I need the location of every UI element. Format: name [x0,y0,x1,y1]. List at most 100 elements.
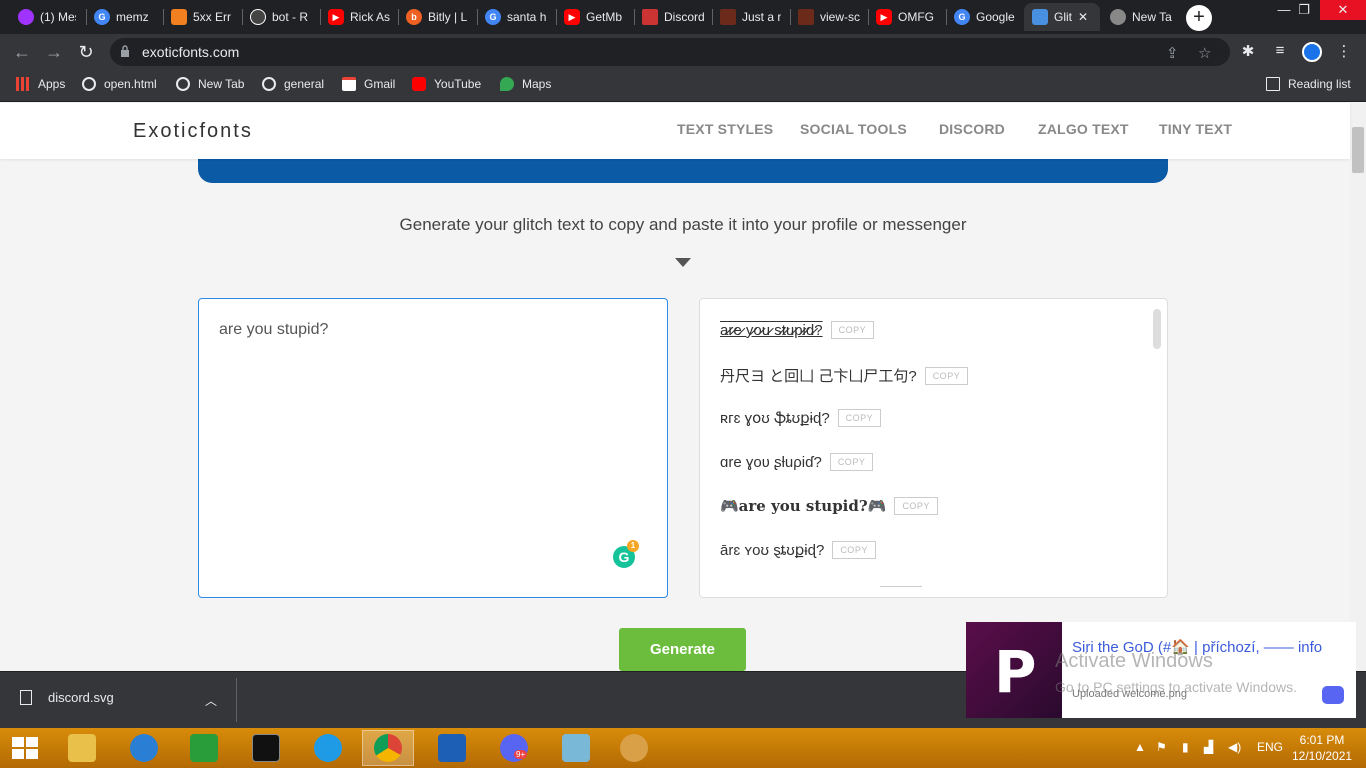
close-icon[interactable]: ✕ [1078,10,1088,24]
tab-memz[interactable]: Gmemz [86,3,160,31]
bookmark-apps[interactable]: Apps [16,77,65,91]
globe-icon [82,77,96,91]
taskbar-internet-explorer[interactable] [118,730,170,766]
tab-getmb[interactable]: ▶ GetMb [556,3,634,31]
language-indicator[interactable]: ENG [1257,740,1283,754]
reload-button[interactable]: ↻ [74,40,98,64]
tray-overflow-icon[interactable]: ▲ [1134,740,1146,754]
youtube-icon: ▶ [328,9,344,25]
bookmark-open-html[interactable]: open.html [82,77,157,91]
tab-discord[interactable]: Discord [634,3,712,31]
url-text: exoticfonts.com [142,44,240,60]
taskbar-file-explorer[interactable] [56,730,108,766]
action-center-icon[interactable]: ⚑ [1156,740,1167,754]
new-tab-button[interactable]: + [1186,5,1212,31]
media-control-icon[interactable]: ≡ [1270,42,1290,62]
profile-avatar[interactable] [1302,42,1322,62]
network-icon[interactable]: ▟ [1204,740,1213,754]
tab-santa[interactable]: Gsanta h [477,3,555,31]
tab-google[interactable]: G Google [946,3,1024,31]
bookmarks-bar: Apps open.html New Tab general Gmail You… [0,70,1366,102]
tab-new-tab[interactable]: New Ta [1102,3,1180,31]
text-input[interactable]: are you stupid? G1 [198,298,668,598]
clock[interactable]: 6:01 PM 12/10/2021 [1292,732,1352,764]
forward-button[interactable]: → [42,40,66,64]
taskbar-paint[interactable] [608,730,660,766]
notepad-icon [562,734,590,762]
volume-icon[interactable]: ◀) [1228,740,1241,754]
nav-text-styles[interactable]: TEXT STYLES [677,121,773,137]
taskbar-notepad[interactable] [550,730,602,766]
tab-rick[interactable]: ▶ Rick As [320,3,398,31]
divider [236,678,237,722]
back-button[interactable]: ← [10,40,34,64]
paint-icon [620,734,648,762]
taskbar-chrome[interactable] [362,730,414,766]
download-item[interactable]: discord.svg [20,690,114,705]
maximize-button[interactable]: ❐ [1286,0,1322,20]
extensions-icon[interactable]: ✱ [1238,42,1258,62]
nav-discord[interactable]: DISCORD [939,121,1005,137]
battery-icon[interactable]: ▮ [1182,740,1189,754]
site-logo[interactable]: Exoticfonts [133,120,253,143]
bookmark-label: New Tab [198,77,245,91]
window-close-button[interactable]: ✕ [1320,0,1366,20]
nav-social-tools[interactable]: SOCIAL TOOLS [800,121,907,137]
bookmark-star-icon[interactable]: ☆ [1198,44,1211,62]
tab-label: Bitly | L [428,10,468,24]
reading-list-icon [1266,77,1280,91]
bookmark-maps[interactable]: Maps [500,77,551,91]
nav-zalgo-text[interactable]: ZALGO TEXT [1038,121,1129,137]
tab-bot[interactable]: bot - R [242,3,320,31]
image-icon [798,9,814,25]
bookmark-gmail[interactable]: Gmail [342,77,395,91]
tab-label: view-sc [820,10,860,24]
tab-bitly[interactable]: b Bitly | L [398,3,476,31]
chrome-icon [374,734,402,762]
tab-glitch-active[interactable]: Glit ✕ [1024,3,1100,31]
address-bar[interactable]: exoticfonts.com ⇪ ☆ [110,38,1230,66]
menu-icon[interactable]: ⋮ [1334,42,1354,62]
share-icon[interactable]: ⇪ [1166,44,1179,62]
tab-just-a[interactable]: Just a r [712,3,790,31]
bookmark-youtube[interactable]: YouTube [412,77,481,91]
tab-label: GetMb [586,10,623,24]
nav-tiny-text[interactable]: TINY TEXT [1159,121,1232,137]
output-text: ārɛ ʏoʊ ȿȶʊքɨɖ? [720,542,825,559]
page-scrollbar[interactable] [1350,103,1366,671]
tab-5xx[interactable]: 5xx Err [163,3,241,31]
discord-icon: 9+ [500,734,528,762]
grammarly-icon[interactable]: G1 [613,540,639,568]
generate-button[interactable]: Generate [619,628,746,671]
discord-badge: 9+ [514,750,528,759]
taskbar-cmd[interactable] [240,730,292,766]
copy-button[interactable]: COPY [830,321,875,339]
scrollbar-thumb[interactable] [1352,127,1364,173]
copy-button[interactable]: COPY [829,453,874,471]
taskbar: 9+ ▲ ⚑ ▮ ▟ ◀) ENG 6:01 PM 12/10/2021 [0,728,1366,768]
start-button[interactable] [12,737,38,759]
tab-label: santa h [507,10,547,24]
reading-list-button[interactable]: Reading list [1266,77,1351,91]
taskbar-discord[interactable]: 9+ [488,730,540,766]
tab-messenger[interactable]: (1) Mes [10,3,84,31]
taskbar-edge[interactable] [302,730,354,766]
output-row: ʀгɛ ɣօʊ ֆȶʊքɨɖ? COPY [720,409,882,427]
file-icon [642,9,658,25]
tab-omfg[interactable]: ▶ OMFG [868,3,946,31]
bookmark-general[interactable]: general [262,77,324,91]
copy-button[interactable]: COPY [894,497,938,515]
tab-strip: (1) Mes Gmemz 5xx Err bot - R ▶ Rick As b… [0,0,1366,34]
google-icon: G [94,9,110,25]
globe-icon [176,77,190,91]
copy-button[interactable]: COPY [924,366,969,385]
output-scrollbar[interactable] [1153,309,1161,349]
bookmark-label: open.html [104,77,157,91]
copy-button[interactable]: COPY [837,409,882,427]
copy-button[interactable]: COPY [832,541,876,559]
bookmark-new-tab[interactable]: New Tab [176,77,244,91]
taskbar-defender[interactable] [426,730,478,766]
chevron-up-icon[interactable]: ︿ [205,692,217,709]
taskbar-store[interactable] [178,730,230,766]
tab-view-source[interactable]: view-sc [790,3,868,31]
